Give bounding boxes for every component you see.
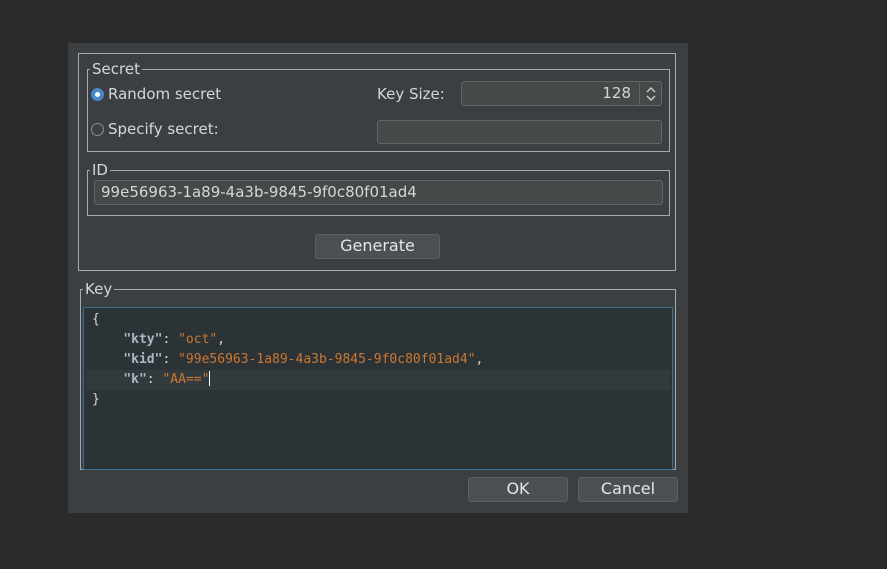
json-open-brace: { <box>92 312 100 327</box>
spinner-arrows-icon[interactable] <box>639 82 661 105</box>
json-line-kty: "kty": "oct", <box>123 332 226 347</box>
random-secret-label: Random secret <box>108 85 222 103</box>
key-size-label: Key Size: <box>377 85 445 103</box>
id-group: ID 99e56963-1a89-4a3b-9845-9f0c80f01ad4 <box>87 163 670 216</box>
json-key: "kid" <box>123 352 163 367</box>
key-size-value[interactable]: 128 <box>462 82 639 105</box>
random-secret-radio[interactable]: Random secret <box>91 85 221 103</box>
ok-button[interactable]: OK <box>468 477 568 502</box>
specify-secret-radio[interactable]: Specify secret: <box>91 120 219 138</box>
key-size-spinner[interactable]: 128 <box>461 81 662 106</box>
specify-secret-label: Specify secret: <box>108 120 219 138</box>
json-string: "oct" <box>178 332 218 347</box>
json-line-kid: "kid": "99e56963-1a89-4a3b-9845-9f0c80f0… <box>123 352 484 367</box>
json-line-k: "k": "AA==" <box>86 370 670 390</box>
symmetric-key-panel: Secret Random secret Specify secret: Key… <box>78 53 676 271</box>
json-string: "99e56963-1a89-4a3b-9845-9f0c80f01ad4" <box>178 352 476 367</box>
generate-button[interactable]: Generate <box>315 234 440 259</box>
radio-checked-icon <box>91 87 104 101</box>
id-legend: ID <box>92 161 108 179</box>
id-input[interactable]: 99e56963-1a89-4a3b-9845-9f0c80f01ad4 <box>94 180 663 205</box>
secret-group: Secret Random secret Specify secret: Key… <box>87 62 670 152</box>
json-close-brace: } <box>92 392 100 407</box>
radio-unchecked-icon <box>91 122 104 136</box>
json-string: "AA==" <box>162 372 210 387</box>
specify-secret-input[interactable] <box>377 120 662 144</box>
secret-legend: Secret <box>92 60 140 78</box>
key-legend: Key <box>85 280 113 298</box>
json-key: "kty" <box>123 332 163 347</box>
text-caret <box>209 371 211 386</box>
key-json-editor[interactable]: { "kty": "oct", "kid": "99e56963-1a89-4a… <box>83 307 673 470</box>
cancel-button[interactable]: Cancel <box>578 477 678 502</box>
key-group: Key { "kty": "oct", "kid": "99e56963-1a8… <box>80 282 676 470</box>
json-key: "k" <box>123 372 147 387</box>
jwk-dialog: Secret Random secret Specify secret: Key… <box>68 43 688 513</box>
